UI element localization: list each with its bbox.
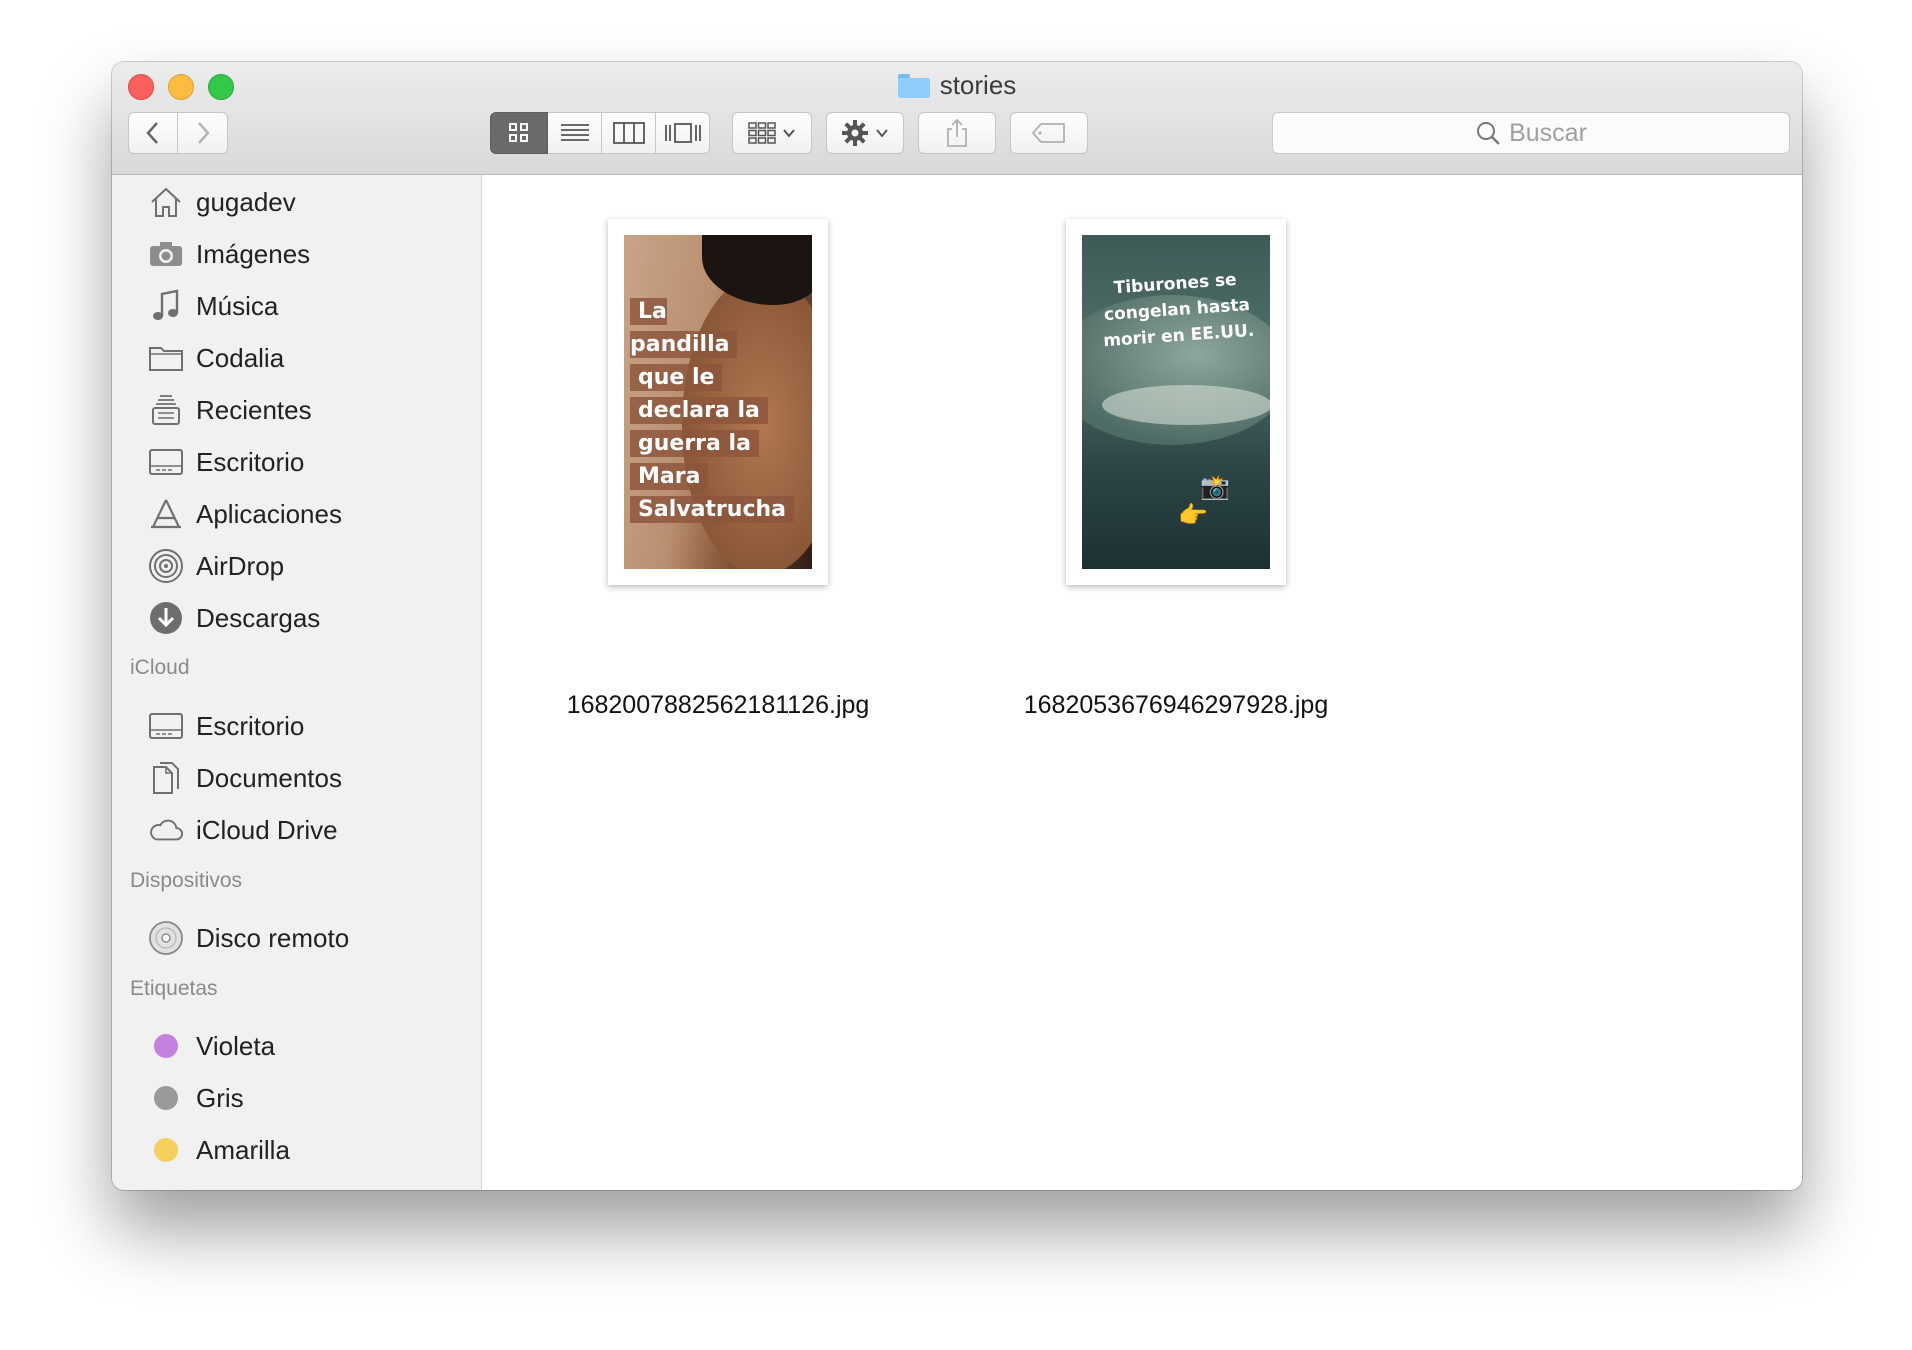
sidebar-tag-amarilla[interactable]: Amarilla	[112, 1127, 481, 1173]
sidebar-item-icloud-escritorio[interactable]: Escritorio	[112, 703, 481, 749]
sidebar-tag-gris[interactable]: Gris	[112, 1075, 481, 1121]
window-title: stories	[112, 70, 1802, 101]
icon-view-button[interactable]	[490, 112, 548, 154]
sidebar-item-recientes[interactable]: Recientes	[112, 387, 481, 433]
sidebar-item-label: iCloud Drive	[196, 814, 338, 845]
sidebar-item-label: Disco remoto	[196, 922, 350, 953]
gear-icon	[842, 120, 868, 146]
sidebar-item-label: Violeta	[196, 1030, 276, 1061]
camera-icon	[148, 236, 184, 272]
sidebar-section-icloud: iCloud	[130, 656, 190, 679]
sidebar-item-codalia[interactable]: Codalia	[112, 335, 481, 381]
share-icon	[947, 118, 967, 147]
sidebar-tag-violeta[interactable]: Violeta	[112, 1023, 481, 1069]
sidebar-item-label: gugadev	[196, 186, 296, 217]
folder-icon	[148, 340, 184, 376]
airdrop-icon	[148, 548, 184, 584]
sidebar-item-airdrop[interactable]: AirDrop	[112, 543, 481, 589]
cloud-icon	[148, 812, 184, 848]
share-button[interactable]	[918, 112, 996, 154]
sidebar-item-imagenes[interactable]: Imágenes	[112, 231, 481, 277]
desktop-icon	[148, 708, 184, 744]
sidebar-item-label: Documentos	[196, 762, 342, 793]
list-view-icon	[560, 124, 589, 141]
sidebar-item-label: Aplicaciones	[196, 498, 342, 529]
sidebar-item-label: Codalia	[196, 342, 285, 373]
sidebar-item-label: Recientes	[196, 394, 312, 425]
sidebar-item-musica[interactable]: Música	[112, 283, 481, 329]
file-browser: La pandilla que le declara la guerra la …	[482, 175, 1802, 1190]
search-icon	[1477, 122, 1500, 145]
download-icon	[148, 600, 184, 636]
cover-flow-view-icon	[664, 123, 701, 143]
window-title-text: stories	[939, 70, 1017, 100]
applications-icon	[148, 496, 184, 532]
back-button[interactable]	[128, 112, 178, 154]
column-view-button[interactable]	[602, 112, 656, 154]
tag-color-dot	[148, 1028, 184, 1064]
music-note-icon	[148, 288, 184, 324]
tags-button[interactable]	[1010, 112, 1088, 154]
forward-button[interactable]	[178, 112, 228, 154]
search-field[interactable]: Buscar	[1272, 112, 1790, 154]
chevron-right-icon	[197, 122, 210, 144]
sidebar-item-gugadev[interactable]: gugadev	[112, 179, 481, 225]
sidebar-item-label: Amarilla	[196, 1134, 290, 1165]
thumbnail-caption: La pandilla que le declara la guerra la …	[630, 295, 794, 526]
chevron-down-icon	[783, 129, 795, 138]
image-preview: La pandilla que le declara la guerra la …	[624, 235, 812, 569]
arrange-grid-icon	[748, 122, 776, 144]
sidebar-item-descargas[interactable]: Descargas	[112, 595, 481, 641]
pointing-hand-emoji: 👉	[1178, 502, 1208, 529]
file-thumbnail[interactable]: La pandilla que le declara la guerra la …	[608, 219, 828, 585]
file-name[interactable]: 1682053676946297928.jpg	[996, 691, 1356, 720]
action-button[interactable]	[826, 112, 904, 154]
sidebar-item-disco-remoto[interactable]: Disco remoto	[112, 915, 481, 961]
home-icon	[148, 184, 184, 220]
file-name[interactable]: 1682007882562181126.jpg	[538, 691, 898, 720]
camera-emoji: 📸	[1200, 474, 1230, 501]
chevron-down-icon	[876, 129, 888, 138]
sidebar-item-documentos[interactable]: Documentos	[112, 755, 481, 801]
sidebar-item-label: Descargas	[196, 602, 321, 633]
tag-color-dot	[148, 1132, 184, 1168]
sidebar-item-escritorio[interactable]: Escritorio	[112, 439, 481, 485]
chevron-left-icon	[146, 122, 158, 144]
list-view-button[interactable]	[548, 112, 602, 154]
documents-icon	[148, 760, 184, 796]
desktop-icon	[148, 444, 184, 480]
sidebar-item-aplicaciones[interactable]: Aplicaciones	[112, 491, 481, 537]
file-thumbnail[interactable]: Tiburones se congelan hasta morir en EE.…	[1066, 219, 1286, 585]
sidebar-item-label: Escritorio	[196, 446, 305, 477]
finder-window: stories Buscar gugadev Imágenes Música C…	[112, 62, 1802, 1190]
sidebar-section-dispositivos: Dispositivos	[130, 869, 243, 892]
arrange-button[interactable]	[732, 112, 812, 154]
sidebar-item-label: Música	[196, 290, 279, 321]
search-placeholder: Buscar	[1509, 118, 1587, 147]
recents-icon	[148, 392, 184, 428]
sidebar: gugadev Imágenes Música Codalia Reciente…	[112, 175, 482, 1190]
disc-icon	[148, 920, 184, 956]
thumbnail-caption: Tiburones se congelan hasta morir en EE.…	[1102, 269, 1255, 352]
sidebar-item-label: Gris	[196, 1082, 244, 1113]
tag-color-dot	[148, 1080, 184, 1116]
icon-view-icon	[509, 123, 528, 142]
sidebar-item-label: AirDrop	[196, 550, 285, 581]
folder-icon	[897, 73, 930, 98]
cover-flow-view-button[interactable]	[656, 112, 710, 154]
view-switcher	[490, 112, 710, 154]
sidebar-item-label: Escritorio	[196, 710, 305, 741]
tag-icon	[1032, 123, 1065, 143]
sidebar-item-label: Imágenes	[196, 238, 311, 269]
sidebar-section-etiquetas: Etiquetas	[130, 977, 218, 1000]
sidebar-item-icloud-drive[interactable]: iCloud Drive	[112, 807, 481, 853]
navigation-buttons	[128, 112, 228, 154]
column-view-icon	[612, 122, 645, 144]
image-preview: Tiburones se congelan hasta morir en EE.…	[1082, 235, 1270, 569]
toolbar: stories Buscar	[112, 62, 1802, 175]
